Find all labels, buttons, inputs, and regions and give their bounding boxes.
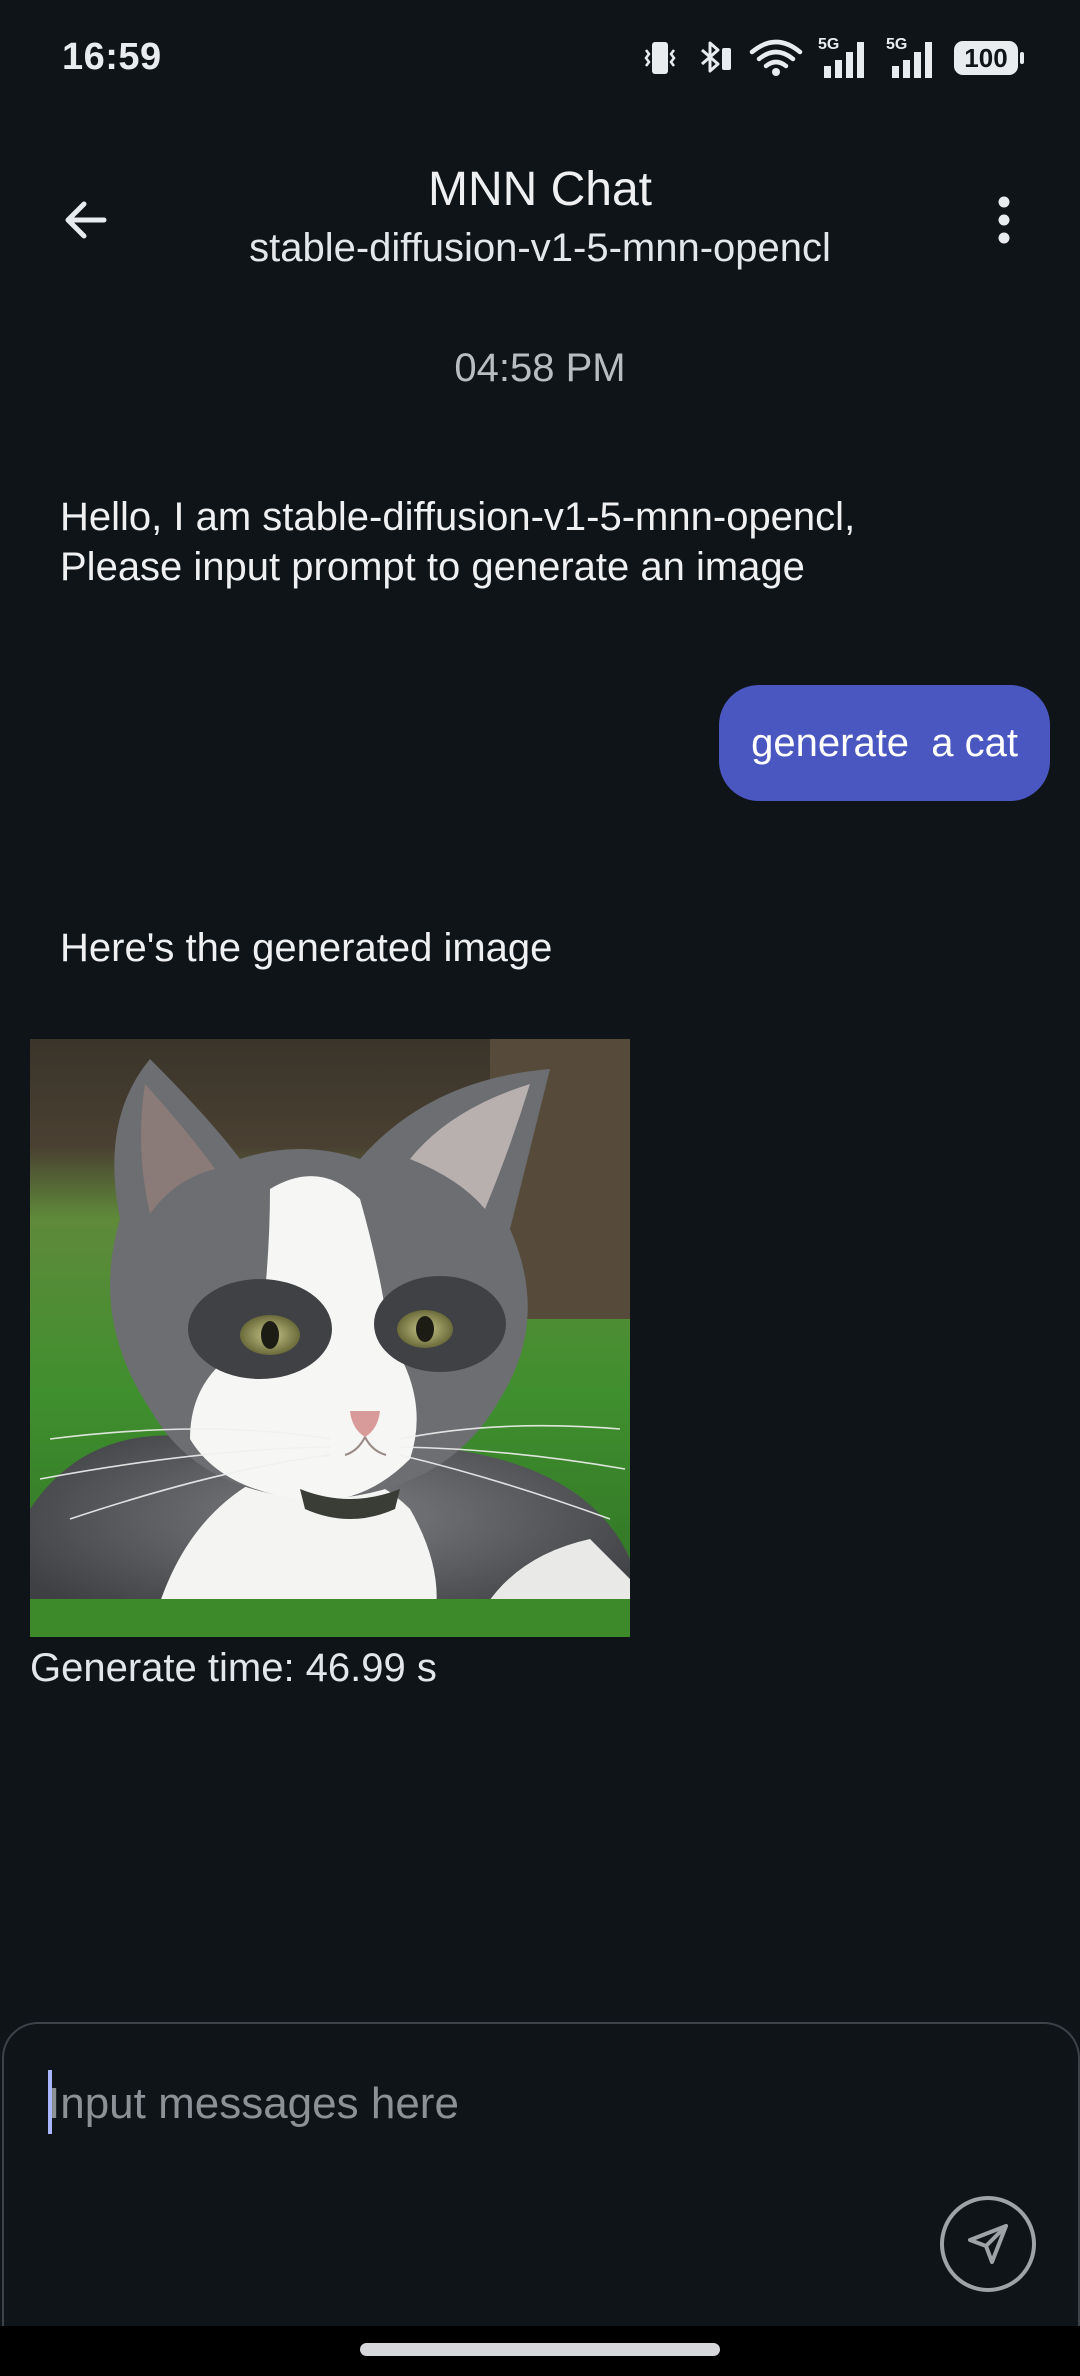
status-time: 16:59 xyxy=(62,36,162,78)
more-options-button[interactable] xyxy=(964,180,1044,260)
user-message-bubble: generate a cat xyxy=(719,685,1050,801)
signal-5g-icon: 5G xyxy=(886,36,940,80)
status-icons: 5G 5G 100 xyxy=(640,34,1024,82)
bluetooth-icon xyxy=(694,38,734,78)
bot-image-caption: Here's the generated image xyxy=(60,926,553,970)
text-cursor xyxy=(48,2070,52,2134)
wifi-icon xyxy=(748,38,804,78)
message-composer xyxy=(2,2022,1080,2354)
bot-greeting-line: Please input prompt to generate an image xyxy=(60,545,805,589)
battery-level: 100 xyxy=(964,43,1008,73)
send-button[interactable] xyxy=(940,2196,1036,2292)
app-bar: MNN Chat stable-diffusion-v1-5-mnn-openc… xyxy=(0,150,1080,290)
bot-greeting-line: Hello, I am stable-diffusion-v1-5-mnn-op… xyxy=(60,495,856,539)
send-icon xyxy=(968,2224,1008,2264)
bot-greeting-message: Hello, I am stable-diffusion-v1-5-mnn-op… xyxy=(60,492,1020,592)
generate-time-label: Generate time: 46.99 s xyxy=(30,1646,437,1690)
chat-screen: 16:59 5G 5G 100 MNN Chat stable-diffusio… xyxy=(0,0,1080,2376)
vibrate-icon xyxy=(640,38,680,78)
more-vert-icon xyxy=(998,196,1010,244)
message-timestamp: 04:58 PM xyxy=(454,346,626,390)
signal-5g-icon: 5G xyxy=(818,36,872,80)
message-input[interactable] xyxy=(48,2064,948,2144)
battery-icon: 100 xyxy=(954,41,1024,75)
home-gesture-bar[interactable] xyxy=(360,2343,720,2356)
model-name: stable-diffusion-v1-5-mnn-opencl xyxy=(249,226,831,270)
status-bar: 16:59 5G 5G 100 xyxy=(0,0,1080,110)
generated-cat-image[interactable] xyxy=(30,1039,630,1637)
app-title: MNN Chat xyxy=(427,163,653,216)
